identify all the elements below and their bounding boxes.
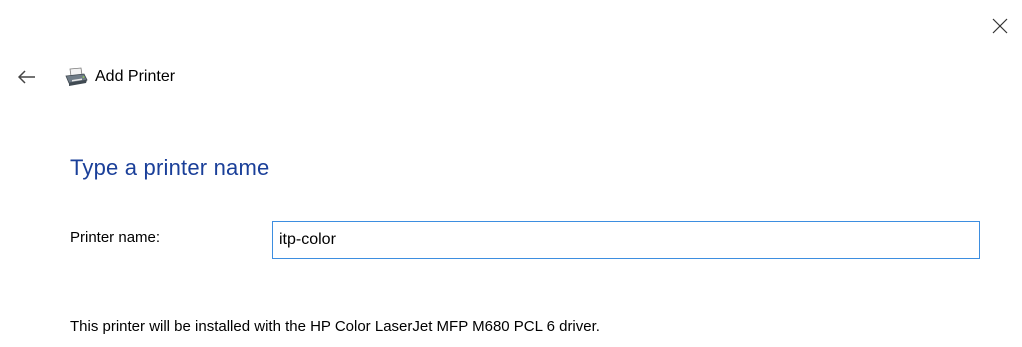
- close-button[interactable]: [984, 10, 1016, 42]
- close-icon: [992, 18, 1008, 34]
- back-arrow-icon: [18, 70, 35, 84]
- driver-info-text: This printer will be installed with the …: [70, 318, 600, 335]
- navigation-bar: Add Printer: [14, 63, 175, 91]
- add-printer-window: Add Printer Type a printer name Printer …: [0, 0, 1022, 347]
- dialog-title: Add Printer: [95, 68, 176, 85]
- printer-icon: [64, 67, 88, 87]
- printer-name-input[interactable]: [272, 221, 980, 259]
- page-heading: Type a printer name: [70, 155, 270, 180]
- printer-name-label: Printer name:: [70, 229, 161, 246]
- back-button[interactable]: [14, 64, 40, 90]
